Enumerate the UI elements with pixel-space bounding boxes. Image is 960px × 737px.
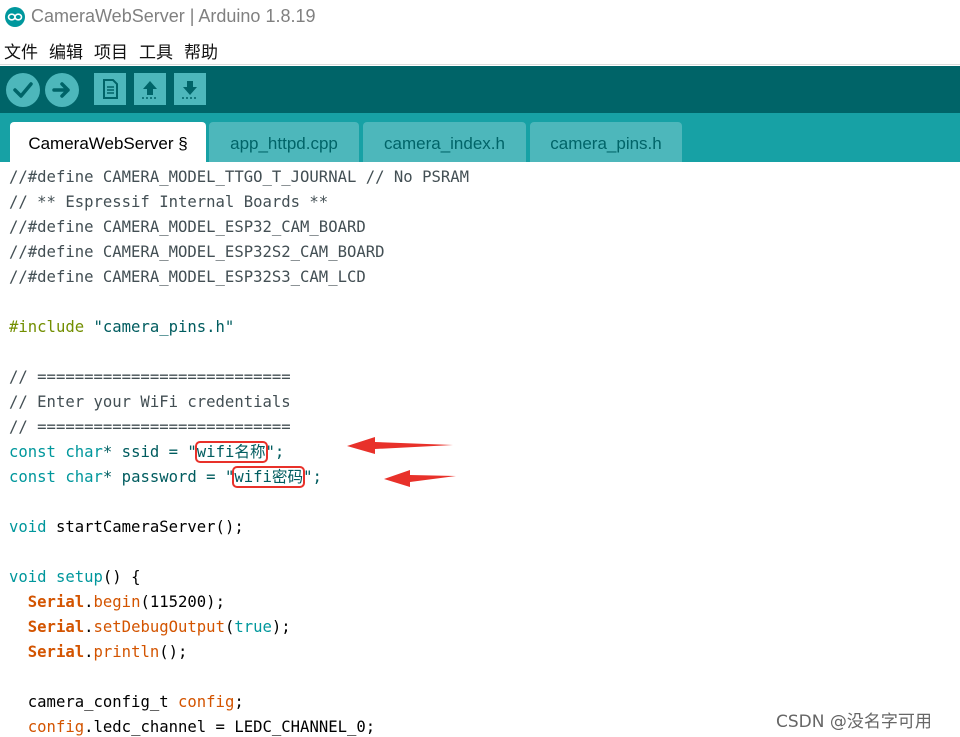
serial-object: Serial — [27, 643, 85, 661]
variable-config: config — [27, 718, 85, 736]
code-line: Serial.setDebugOutput(true); — [9, 615, 291, 640]
include-directive: #include — [9, 318, 85, 336]
toolbar — [0, 66, 960, 113]
window-title: CameraWebServer | Arduino 1.8.19 — [31, 6, 316, 26]
tab-bar: CameraWebServer § app_httpd.cpp camera_i… — [0, 113, 960, 162]
type-name: camera_config_t — [27, 693, 169, 711]
tab-camera-pins[interactable]: camera_pins.h — [530, 122, 682, 162]
function-setup: setup — [55, 568, 103, 586]
method-name: println — [93, 643, 160, 661]
check-icon — [13, 82, 33, 98]
code-dot: . — [84, 593, 94, 611]
verify-button[interactable] — [6, 73, 40, 107]
code-text: () { — [102, 568, 141, 586]
code-line-ssid: const char* ssid = "wifi名称"; — [9, 440, 284, 465]
arrow-down-icon — [182, 81, 198, 99]
code-line: //#define CAMERA_MODEL_ESP32S2_CAM_BOARD — [9, 243, 385, 261]
code-line: // =========================== — [9, 368, 291, 386]
tab-camerawebserver[interactable]: CameraWebServer § — [10, 122, 206, 162]
password-prefix: * password = " — [102, 468, 235, 486]
arrow-right-icon — [52, 82, 70, 98]
save-button[interactable] — [174, 73, 206, 105]
code-editor[interactable]: //#define CAMERA_MODEL_TTGO_T_JOURNAL //… — [0, 162, 960, 737]
code-line: Serial.println(); — [9, 640, 188, 665]
code-line: // =========================== — [9, 418, 291, 436]
code-line: // Enter your WiFi credentials — [9, 393, 291, 411]
code-line-setup: void setup() { — [9, 565, 140, 590]
code-line: // ** Espressif Internal Boards ** — [9, 193, 329, 211]
menu-edit[interactable]: 编辑 — [49, 38, 83, 63]
method-name: begin — [93, 593, 141, 611]
password-end: "; — [303, 468, 322, 486]
keyword-const: const — [9, 443, 56, 461]
arduino-logo-icon — [5, 7, 25, 27]
code-line: //#define CAMERA_MODEL_TTGO_T_JOURNAL //… — [9, 168, 470, 186]
code-dot: . — [84, 618, 94, 636]
code-text: ( — [224, 618, 235, 636]
code-line: config.ledc_channel = LEDC_CHANNEL_0; — [9, 715, 375, 737]
red-arrow-icon — [384, 470, 456, 487]
keyword-char: char — [65, 443, 103, 461]
ssid-end: "; — [265, 443, 285, 461]
code-text: ); — [271, 618, 291, 636]
code-line: void startCameraServer(); — [9, 515, 244, 540]
tab-camera-index[interactable]: camera_index.h — [363, 122, 526, 162]
menu-tools[interactable]: 工具 — [139, 38, 173, 63]
code-text: .ledc_channel = LEDC_CHANNEL_0; — [84, 718, 376, 736]
red-arrow-icon — [347, 437, 453, 454]
code-text: (115200); — [140, 593, 225, 611]
menu-bar: 文件 编辑 项目 工具 帮助 — [0, 36, 960, 65]
code-text: ; — [234, 693, 244, 711]
tab-app-httpd[interactable]: app_httpd.cpp — [209, 122, 359, 162]
variable-config: config — [178, 693, 235, 711]
code-line-include: #include "camera_pins.h" — [9, 315, 234, 340]
code-line: Serial.begin(115200); — [9, 590, 225, 615]
ssid-value-highlight: wifi名称 — [194, 441, 268, 463]
open-button[interactable] — [134, 73, 166, 105]
code-line: //#define CAMERA_MODEL_ESP32S3_CAM_LCD — [9, 268, 366, 286]
code-text: (); — [159, 643, 188, 661]
method-name: setDebugOutput — [93, 618, 225, 636]
keyword-void: void — [9, 518, 47, 536]
menu-sketch[interactable]: 项目 — [94, 38, 128, 63]
keyword-char: char — [65, 468, 103, 486]
menu-file[interactable]: 文件 — [4, 38, 38, 63]
new-file-icon — [103, 79, 118, 99]
serial-object: Serial — [27, 618, 85, 636]
serial-object: Serial — [27, 593, 85, 611]
title-bar: CameraWebServer | Arduino 1.8.19 — [0, 0, 960, 36]
menu-help[interactable]: 帮助 — [184, 38, 218, 63]
code-line: camera_config_t config; — [9, 690, 244, 715]
keyword-const: const — [9, 468, 56, 486]
new-button[interactable] — [94, 73, 126, 105]
password-value-highlight: wifi密码 — [232, 466, 306, 488]
code-text: startCameraServer(); — [46, 518, 244, 536]
arrow-up-icon — [142, 81, 158, 99]
keyword-void: void — [9, 568, 47, 586]
watermark: CSDN @没名字可用 — [776, 712, 932, 732]
ssid-prefix: * ssid = " — [102, 443, 197, 461]
code-line-password: const char* password = "wifi密码"; — [9, 465, 322, 490]
literal-true: true — [234, 618, 272, 636]
code-line: //#define CAMERA_MODEL_ESP32_CAM_BOARD — [9, 218, 366, 236]
upload-button[interactable] — [45, 73, 79, 107]
code-dot: . — [84, 643, 94, 661]
include-file: "camera_pins.h" — [93, 318, 235, 336]
